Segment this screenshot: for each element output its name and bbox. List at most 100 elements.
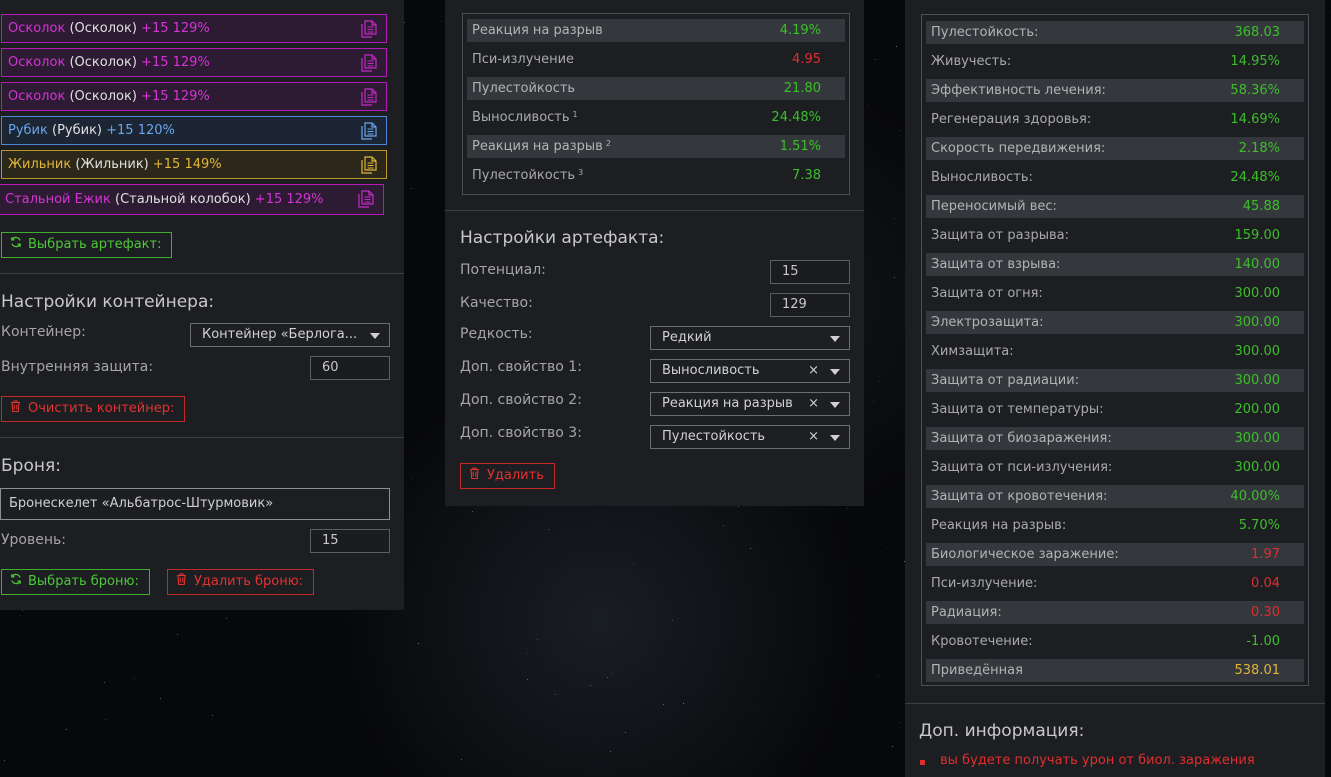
star-dot [4, 760, 5, 761]
stat-name: Реакция на разрыв 2 [472, 139, 611, 154]
artifact-slot[interactable]: Жильник (Жильник) +15 149% [1, 150, 387, 179]
clear-container-button[interactable]: Очистить контейнер: [1, 396, 186, 422]
refresh-icon [10, 233, 22, 257]
potential-label: Потенциал: [460, 262, 546, 278]
quality-input[interactable]: 129 [770, 293, 850, 317]
copy-icon[interactable] [359, 19, 379, 39]
stat-value: 368.03 [1234, 25, 1281, 40]
stat-name: Защита от радиации: [931, 373, 1080, 388]
star-dot [548, 529, 549, 530]
star-dot [612, 672, 613, 673]
stat-value: 300.00 [1234, 431, 1281, 446]
trash-icon [10, 397, 22, 421]
star-dot [412, 478, 413, 479]
stat-value: 1.97 [1251, 547, 1280, 562]
total-stats-box: Пулестойкость: 368.03 Живучесть: 14.95% Эффе… [921, 14, 1309, 686]
stat-name: Выносливость: [931, 170, 1033, 185]
total-stat-row: Защита от биозаражения: 300.00 [926, 427, 1304, 450]
total-stat-row: Электрозащита: 300.00 [926, 311, 1304, 334]
star-dot [723, 525, 724, 526]
total-stat-row: Защита от кровотечения: 40.00% [926, 485, 1304, 508]
delete-artifact-button[interactable]: Удалить [460, 463, 555, 489]
total-stat-row: Переносимый вес: 45.88 [926, 195, 1304, 218]
star-dot [847, 508, 848, 509]
clear-icon[interactable]: × [808, 393, 819, 415]
artifact-stats-box: Реакция на разрыв 4.19% Пси-излучение 4.95 П… [462, 13, 850, 195]
stat-name: Кровотечение: [931, 634, 1033, 649]
star-dot [878, 675, 879, 676]
stat-footnote: 1 [572, 110, 578, 119]
copy-icon[interactable] [356, 189, 376, 209]
extra-property-1-value: Выносливость [662, 363, 760, 378]
star-dot [226, 618, 227, 619]
artifact-level: +15 149% [152, 157, 222, 172]
potential-input[interactable]: 15 [770, 260, 850, 284]
select-artifact-button[interactable]: Выбрать артефакт: [1, 232, 173, 258]
artifact-name: Осколок [8, 21, 66, 36]
artifact-slot[interactable]: Осколок (Осколок) +15 129% [1, 14, 387, 43]
stat-value: 159.00 [1234, 228, 1281, 243]
star-dot [22, 610, 23, 611]
total-stat-row: Защита от температуры: 200.00 [926, 398, 1304, 421]
artifact-base-name: (Рубик) [52, 123, 102, 138]
stat-value: 58.36% [1230, 83, 1280, 98]
stat-footnote: 3 [578, 168, 584, 177]
clear-icon[interactable]: × [808, 360, 819, 382]
stat-name: Переносимый вес: [931, 199, 1057, 214]
rarity-select[interactable]: Редкий [650, 326, 850, 350]
stat-value: 0.30 [1251, 605, 1280, 620]
copy-icon[interactable] [359, 53, 379, 73]
star-dot [537, 639, 538, 640]
total-stat-row: Пси-излучение: 0.04 [926, 572, 1304, 595]
artifact-slot[interactable]: Стальной Ежик (Стальной колобок) +15 129… [0, 184, 384, 215]
total-stat-row: Скорость передвижения: 2.18% [926, 137, 1304, 160]
artifact-name: Осколок [8, 89, 66, 104]
artifact-name: Рубик [8, 123, 48, 138]
star-dot [440, 21, 441, 22]
build-panel: Осколок (Осколок) +15 129% Осколок (Оскол… [0, 0, 404, 610]
armor-level-label: Уровень: [1, 532, 66, 548]
copy-icon[interactable] [359, 87, 379, 107]
artifact-level: +15 129% [141, 55, 210, 70]
artifact-slot[interactable]: Рубик (Рубик) +15 120% [1, 116, 387, 145]
armor-name-field[interactable]: Бронескелет «Альбатрос-Штурмовик» [0, 488, 390, 520]
stat-name: Электрозащита: [931, 315, 1044, 330]
artifact-slot[interactable]: Осколок (Осколок) +15 129% [1, 82, 387, 111]
star-dot [411, 188, 412, 189]
stat-name: Скорость передвижения: [931, 141, 1106, 156]
divider [905, 703, 1325, 704]
total-stat-row: Реакция на разрыв: 5.70% [926, 514, 1304, 537]
copy-icon[interactable] [359, 121, 379, 141]
artifact-slot[interactable]: Осколок (Осколок) +15 129% [1, 48, 387, 77]
star-dot [758, 709, 759, 710]
stat-name: Пси-излучение: [931, 576, 1038, 591]
armor-level-input[interactable]: 15 [310, 529, 390, 553]
artifact-stat-row: Пси-излучение 4.95 [467, 48, 845, 71]
star-dot [879, 381, 880, 382]
delete-armor-button[interactable]: Удалить броню: [167, 569, 315, 595]
extra-property-2-select[interactable]: Реакция на разрыв × [650, 392, 850, 416]
artifact-level: +15 120% [106, 123, 175, 138]
clear-icon[interactable]: × [808, 426, 819, 448]
star-dot [555, 694, 556, 695]
star-dot [105, 719, 106, 720]
extra-property-3-select[interactable]: Пулестойкость × [650, 425, 850, 449]
star-dot [212, 715, 213, 716]
stat-value: 5.70% [1238, 518, 1280, 533]
stat-value: 538.01 [1234, 663, 1281, 678]
stat-value: 24.48% [1230, 170, 1280, 185]
chevron-down-icon [830, 435, 840, 441]
star-dot [527, 679, 528, 680]
container-select[interactable]: Контейнер «Берлога... [190, 323, 390, 347]
stat-name: Биологическое заражение: [931, 547, 1119, 562]
extra-property-1-select[interactable]: Выносливость × [650, 359, 850, 383]
stat-value: 300.00 [1234, 286, 1281, 301]
trash-icon [469, 464, 481, 488]
copy-icon[interactable] [359, 155, 379, 175]
select-armor-button[interactable]: Выбрать броню: [1, 569, 150, 595]
star-dot [894, 218, 895, 219]
stat-name: Защита от пси-излучения: [931, 460, 1113, 475]
stat-name: Защита от разрыва: [931, 228, 1069, 243]
stat-name: Радиация: [931, 605, 1002, 620]
inner-protection-input[interactable]: 60 [310, 356, 390, 380]
